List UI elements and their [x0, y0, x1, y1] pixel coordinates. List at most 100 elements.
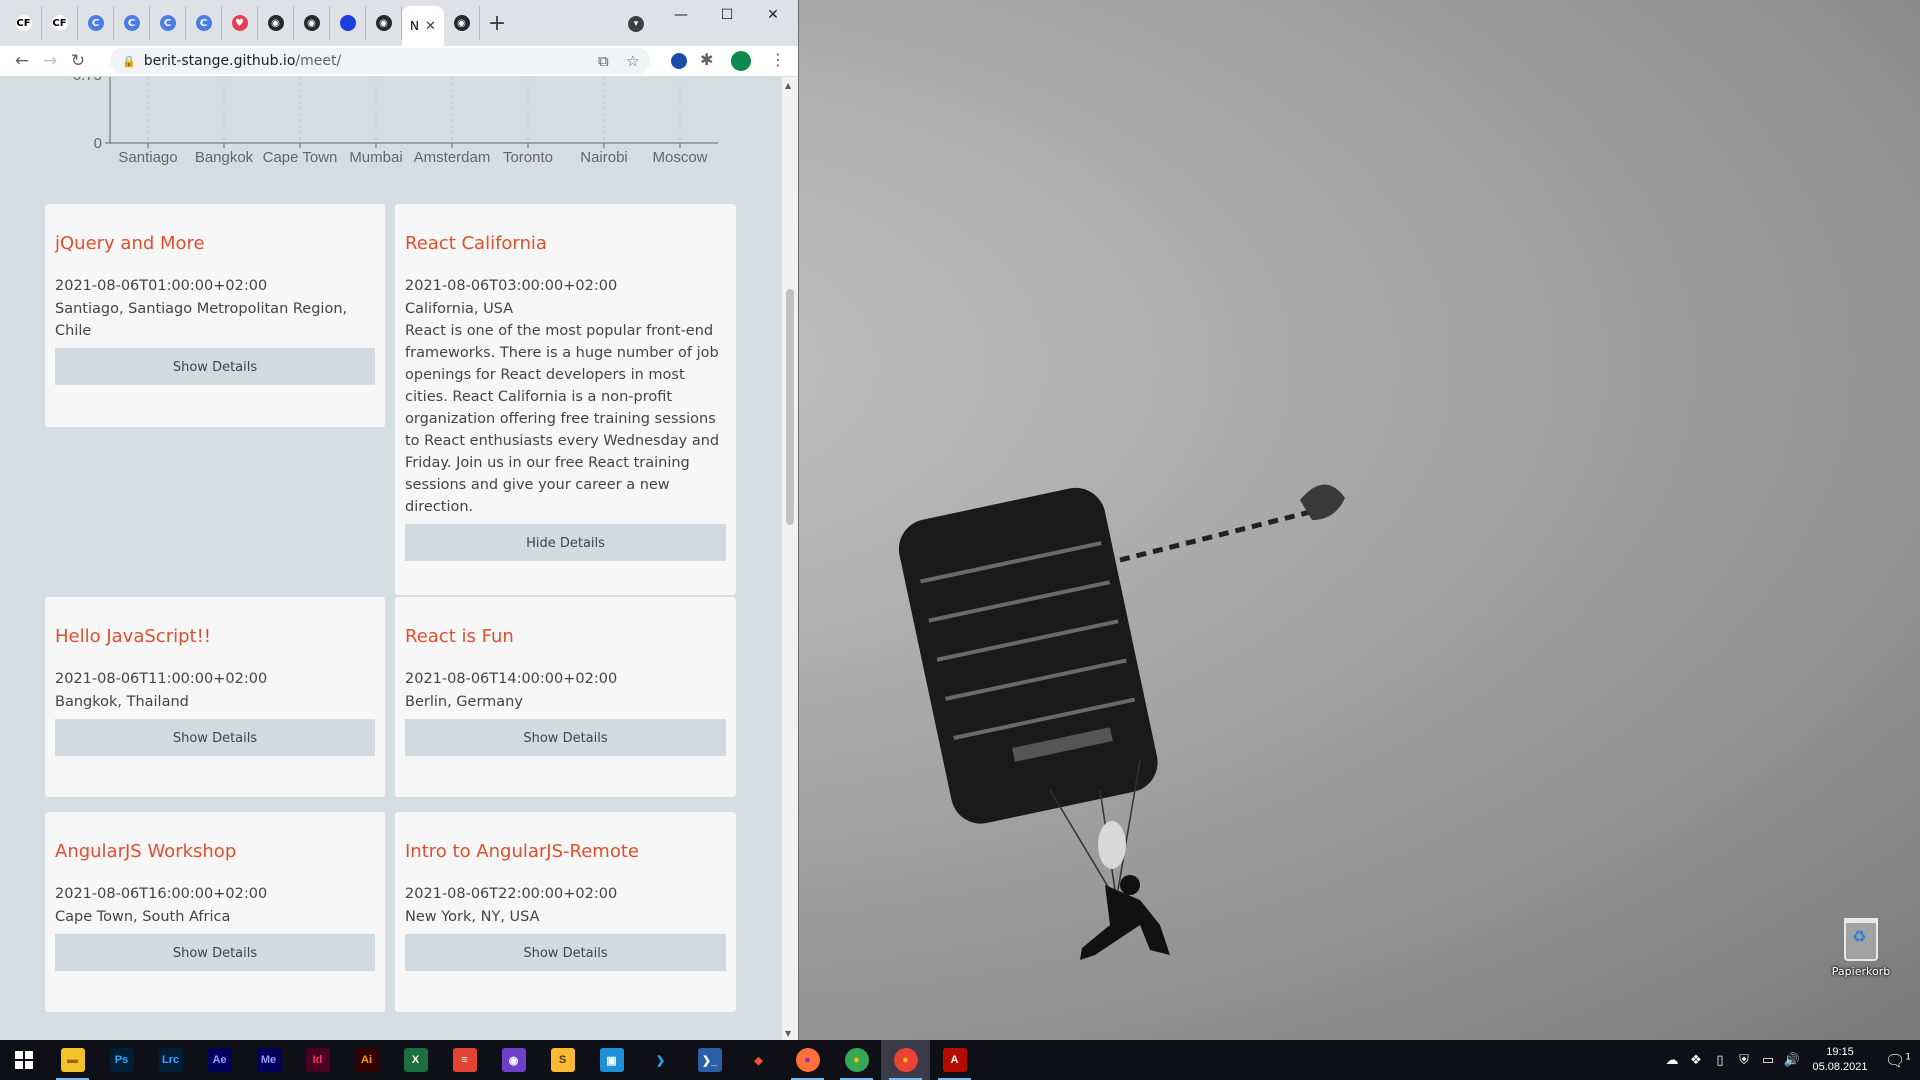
event-date: 2021-08-06T22:00:00+02:00	[405, 886, 618, 902]
scroll-down-arrow-icon[interactable]: ▼	[785, 1029, 791, 1038]
minimize-button[interactable]: —	[658, 0, 704, 30]
git-icon: ◆	[746, 1048, 771, 1072]
taskbar-chrome-active[interactable]: ●	[881, 1040, 930, 1080]
x-tick-label: Amsterdam	[414, 149, 491, 166]
event-title: React California	[405, 233, 547, 254]
tab-0[interactable]: CF	[6, 6, 42, 40]
taskbar-app-blue[interactable]: ▣	[587, 1040, 636, 1080]
tray-security-icon[interactable]: ⛨	[1732, 1053, 1756, 1068]
event-date: 2021-08-06T16:00:00+02:00	[55, 886, 268, 902]
tab-5[interactable]: C	[186, 6, 222, 40]
taskbar-file-explorer[interactable]: ▬	[48, 1040, 97, 1080]
taskbar-clock[interactable]: 19:15 05.08.2021	[1804, 1045, 1876, 1075]
close-tab-icon[interactable]: ✕	[425, 19, 436, 34]
taskbar-powershell[interactable]: ❯_	[685, 1040, 734, 1080]
event-location: Bangkok, Thailand	[55, 694, 189, 710]
show-details-button[interactable]: Show Details	[55, 719, 375, 756]
hide-details-button[interactable]: Hide Details	[405, 524, 726, 561]
tab-search-icon[interactable]: ▾	[628, 16, 644, 32]
event-description: React is one of the most popular front-e…	[405, 323, 720, 515]
tab-favicon-icon: ◉	[267, 15, 284, 31]
tab-10[interactable]: ◉	[366, 6, 402, 40]
reload-icon[interactable]: ↻	[64, 47, 92, 75]
tab-4[interactable]: C	[150, 6, 186, 40]
chart-grid	[110, 77, 718, 144]
page-scrollbar[interactable]: ▲ ▼	[782, 77, 798, 1040]
lock-icon: 🔒	[122, 54, 136, 68]
tray-usb-icon[interactable]: ▯	[1708, 1053, 1732, 1068]
taskbar-media-encoder[interactable]: Me	[244, 1040, 293, 1080]
photoshop-icon: Ps	[109, 1048, 134, 1072]
tab-active[interactable]: N ✕	[402, 6, 444, 46]
new-tab-button[interactable]: +	[480, 6, 514, 40]
tray-onedrive-icon[interactable]: ☁	[1660, 1053, 1684, 1068]
open-in-app-icon[interactable]: ⧉	[598, 52, 609, 70]
tab-9[interactable]: ■	[330, 6, 366, 40]
y-tick-label: 0	[94, 135, 102, 152]
tab-favicon-icon: CF	[15, 15, 32, 31]
vscode-icon: ❯	[648, 1048, 673, 1072]
taskbar-illustrator[interactable]: Ai	[342, 1040, 391, 1080]
event-card: Hello JavaScript!! 2021-08-06T11:00:00+02…	[45, 597, 385, 797]
menu-kebab-icon[interactable]: ⋮	[770, 50, 786, 69]
event-card: jQuery and More 2021-08-06T01:00:00+02:00…	[45, 204, 385, 427]
tab-3[interactable]: C	[114, 6, 150, 40]
y-tick-label: 0.75	[73, 77, 102, 84]
taskbar-firefox[interactable]: ●	[783, 1040, 832, 1080]
show-details-button[interactable]: Show Details	[405, 719, 726, 756]
tab-favicon-icon: C	[159, 15, 176, 31]
taskbar-excel[interactable]: X	[391, 1040, 440, 1080]
tray-network-icon[interactable]: ▭	[1756, 1053, 1780, 1068]
taskbar-acrobat[interactable]: A	[930, 1040, 979, 1080]
show-details-button[interactable]: Show Details	[405, 934, 726, 971]
maximize-button[interactable]: ☐	[704, 0, 750, 30]
tray-dropbox-icon[interactable]: ❖	[1684, 1053, 1708, 1068]
profile-avatar[interactable]	[731, 51, 751, 71]
taskbar-github-desktop[interactable]: ◉	[489, 1040, 538, 1080]
taskbar-sublime-text[interactable]: S	[538, 1040, 587, 1080]
event-title: React is Fun	[405, 626, 514, 647]
taskbar-vscode[interactable]: ❯	[636, 1040, 685, 1080]
start-button[interactable]	[0, 1040, 48, 1080]
taskbar-after-effects[interactable]: Ae	[195, 1040, 244, 1080]
back-icon[interactable]: ←	[8, 47, 36, 75]
tab-1[interactable]: CF	[42, 6, 78, 40]
tab-8[interactable]: ◉	[294, 6, 330, 40]
tab-favicon-icon: ◉	[303, 15, 320, 31]
extension-icon[interactable]	[671, 53, 687, 69]
tab-7[interactable]: ◉	[258, 6, 294, 40]
scrollbar-thumb[interactable]	[786, 289, 794, 525]
url-path: /meet/	[295, 53, 342, 69]
event-date: 2021-08-06T01:00:00+02:00	[55, 278, 268, 294]
event-location: Berlin, Germany	[405, 694, 523, 710]
sublime-text-icon: S	[550, 1048, 575, 1072]
taskbar-photoshop[interactable]: Ps	[97, 1040, 146, 1080]
event-location: Santiago, Santiago Metropolitan Region, …	[55, 301, 348, 339]
bookmark-star-icon[interactable]: ☆	[626, 52, 639, 70]
scroll-up-arrow-icon[interactable]: ▲	[785, 81, 791, 90]
show-details-button[interactable]: Show Details	[55, 934, 375, 971]
recycle-bin-label: Papierkorb	[1831, 965, 1891, 978]
tray-volume-icon[interactable]: 🔊	[1780, 1053, 1804, 1068]
taskbar-git[interactable]: ◆	[734, 1040, 783, 1080]
system-tray: ☁ ❖ ▯ ⛨ ▭ 🔊 19:15 05.08.2021 🗨1	[1660, 1040, 1920, 1080]
taskbar-apps: ▬ Ps Lrc Ae Me Id Ai X ≡ ◉ S ▣ ❯ ❯_ ◆ ● ● ● A	[48, 1040, 979, 1080]
tab-2[interactable]: C	[78, 6, 114, 40]
active-tab-favicon-icon: N	[410, 19, 420, 33]
tab-after-0[interactable]: ◉	[444, 6, 480, 40]
taskbar-chrome[interactable]: ●	[832, 1040, 881, 1080]
address-bar[interactable]: 🔒 berit-stange.github.io/meet/ ⧉ ☆	[110, 48, 650, 74]
extensions-puzzle-icon[interactable]: ✱	[700, 50, 713, 69]
show-details-button[interactable]: Show Details	[55, 348, 375, 385]
forward-icon[interactable]: →	[36, 47, 64, 75]
recycle-bin[interactable]: Papierkorb	[1826, 918, 1896, 978]
taskbar-todoist[interactable]: ≡	[440, 1040, 489, 1080]
windows-logo-icon	[15, 1051, 33, 1069]
acrobat-icon: A	[942, 1048, 967, 1072]
close-window-button[interactable]: ✕	[750, 0, 796, 30]
taskbar-indesign[interactable]: Id	[293, 1040, 342, 1080]
event-title: Hello JavaScript!!	[55, 626, 212, 647]
tab-6[interactable]: ♥	[222, 6, 258, 40]
taskbar-lightroom-classic[interactable]: Lrc	[146, 1040, 195, 1080]
notification-center-button[interactable]: 🗨1	[1876, 1051, 1920, 1070]
